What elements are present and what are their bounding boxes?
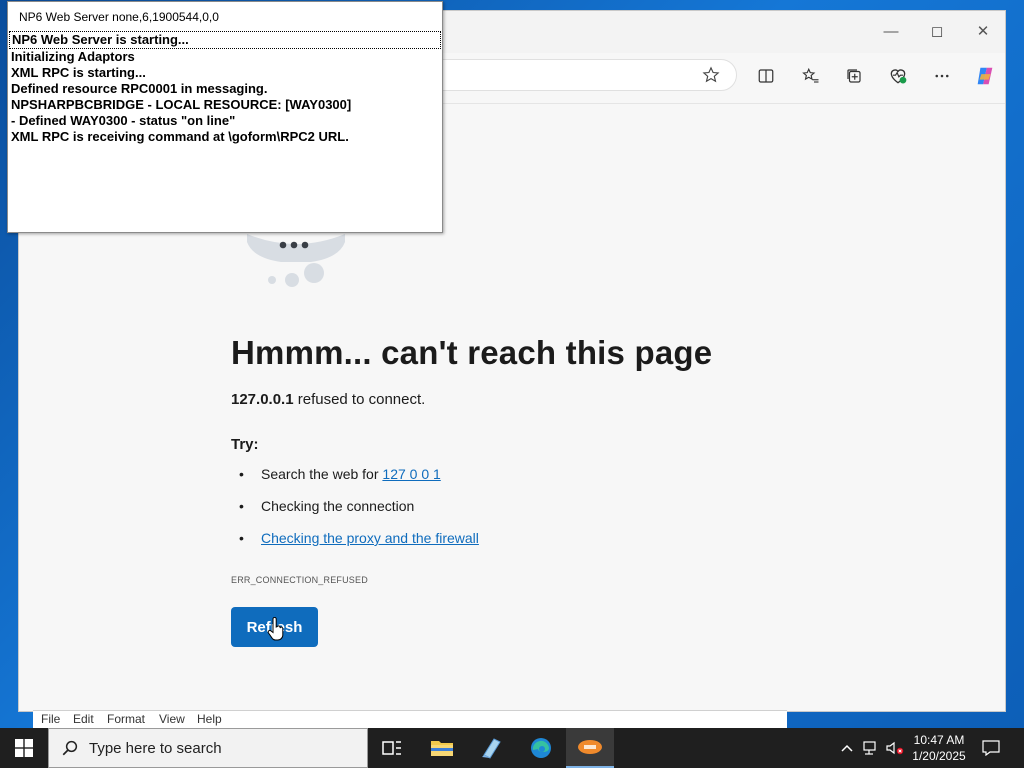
favorites-icon[interactable] (798, 63, 824, 89)
check-connection-text: Checking the connection (261, 498, 415, 514)
edge-taskbar-button[interactable] (517, 728, 565, 768)
menu-edit[interactable]: Edit (73, 712, 94, 726)
notepad-icon (482, 738, 501, 759)
console-line: XML RPC is starting... (11, 65, 146, 80)
windows-logo-icon (15, 739, 33, 757)
network-icon[interactable] (860, 728, 882, 768)
search-placeholder: Type here to search (89, 740, 222, 757)
show-hidden-icons-chevron-icon[interactable] (838, 728, 856, 768)
console-line: Initializing Adaptors (11, 49, 135, 64)
web-server-console-window: NP6 Web Server none,6,1900544,0,0 NP6 We… (7, 1, 443, 233)
close-button[interactable]: ✕ (967, 19, 999, 45)
console-line: NP6 Web Server is starting... (9, 31, 441, 49)
suggestion-check-connection: • Checking the connection (231, 496, 479, 528)
minimize-button[interactable]: — (875, 19, 907, 45)
notification-center-icon[interactable] (980, 728, 1002, 768)
browser-essentials-icon[interactable] (885, 63, 911, 89)
folder-icon (431, 741, 453, 756)
search-prefix-text: Search the web for (261, 466, 383, 482)
taskbar-clock[interactable]: 10:47 AM 1/20/2025 (904, 732, 974, 764)
copilot-icon[interactable] (972, 63, 998, 89)
np6-app-icon (578, 740, 602, 754)
console-title: NP6 Web Server none,6,1900544,0,0 (19, 10, 219, 24)
console-line: Defined resource RPC0001 in messaging. (11, 81, 268, 96)
error-code: ERR_CONNECTION_REFUSED (231, 575, 368, 585)
menu-view[interactable]: View (159, 712, 185, 726)
search-web-link[interactable]: 127 0 0 1 (382, 466, 440, 482)
start-button[interactable] (0, 728, 48, 768)
clock-date: 1/20/2025 (912, 749, 966, 763)
error-message: 127.0.0.1 refused to connect. (231, 391, 425, 408)
bullet: • (239, 498, 244, 514)
file-explorer-button[interactable] (418, 728, 466, 768)
try-label: Try: (231, 436, 259, 453)
menu-format[interactable]: Format (107, 712, 145, 726)
cloud-error-icon (247, 234, 345, 287)
console-line: NPSHARPBCBRIDGE - LOCAL RESOURCE: [WAY03… (11, 97, 352, 112)
notepad-taskbar-button[interactable] (467, 728, 515, 768)
menu-help[interactable]: Help (197, 712, 222, 726)
favorite-star-icon[interactable] (698, 62, 724, 88)
task-view-button[interactable] (368, 728, 416, 768)
taskbar: Type here to search 10:47 AM 1/20/2025 (0, 728, 1024, 768)
volume-muted-icon[interactable] (884, 728, 906, 768)
error-refused-text: refused to connect. (293, 391, 426, 408)
more-options-icon[interactable] (929, 63, 955, 89)
task-view-icon (382, 741, 401, 755)
notepad-menubar: File Edit Format View Help (33, 710, 787, 729)
console-line: XML RPC is receiving command at \goform\… (11, 129, 349, 144)
search-icon (62, 740, 78, 756)
error-title: Hmmm... can't reach this page (231, 334, 713, 371)
menu-file[interactable]: File (41, 712, 60, 726)
split-screen-icon[interactable] (753, 63, 779, 89)
error-host: 127.0.0.1 (231, 391, 294, 408)
edge-icon (531, 738, 551, 758)
bullet: • (239, 530, 244, 546)
taskbar-search-box[interactable]: Type here to search (48, 728, 368, 768)
suggestion-search: • Search the web for 127 0 0 1 (231, 464, 479, 496)
console-line: - Defined WAY0300 - status "on line" (11, 113, 236, 128)
check-proxy-link[interactable]: Checking the proxy and the firewall (261, 530, 479, 546)
np6-server-taskbar-button[interactable] (566, 728, 614, 768)
maximize-button[interactable]: ◻ (921, 19, 953, 45)
collections-icon[interactable] (841, 63, 867, 89)
bullet: • (239, 466, 244, 482)
suggestion-list: • Search the web for 127 0 0 1 • Checking … (231, 464, 479, 560)
clock-time: 10:47 AM (913, 733, 965, 747)
hand-cursor-icon (267, 617, 284, 641)
suggestion-check-proxy: • Checking the proxy and the firewall (231, 528, 479, 560)
console-output: NP6 Web Server is starting... Initializi… (9, 31, 441, 145)
